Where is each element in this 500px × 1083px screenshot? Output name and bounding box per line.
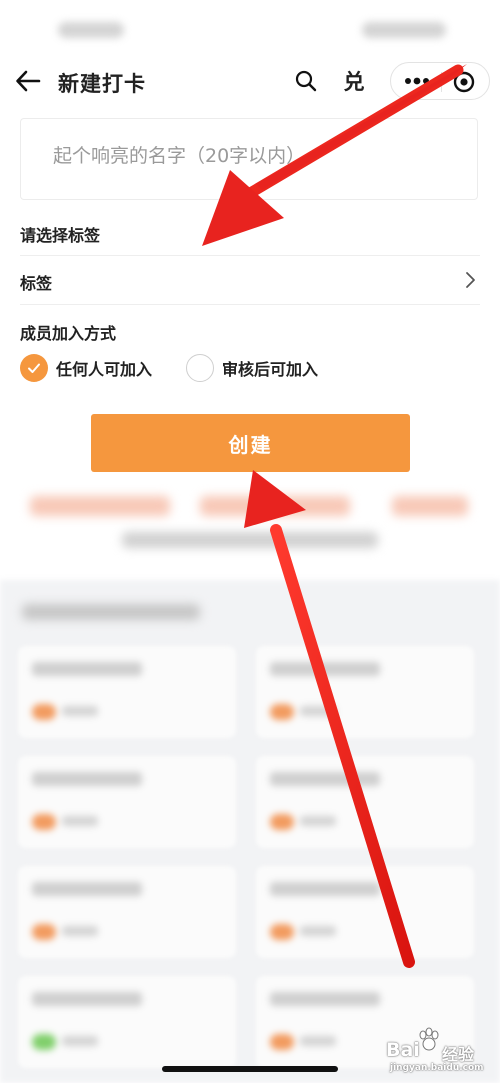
- redeem-button[interactable]: 兑: [338, 65, 370, 97]
- name-input-card: [20, 118, 478, 200]
- blurred-card: [18, 976, 236, 1068]
- join-option-anyone-label: 任何人可加入: [56, 360, 153, 379]
- search-icon: [295, 70, 317, 92]
- blurred-card: [18, 646, 236, 738]
- blurred-panel-heading: [22, 604, 200, 620]
- watermark-brand: Bai: [386, 1039, 420, 1061]
- tag-section-label: 请选择标签: [20, 226, 101, 245]
- blurred-tag-3: [392, 496, 468, 516]
- blurred-tag-1: [30, 496, 170, 516]
- chevron-right-icon: [466, 272, 475, 288]
- target-circle-icon: [453, 71, 475, 93]
- blurred-card: [256, 756, 474, 848]
- radio-checked: [20, 354, 48, 382]
- blurred-tag-2: [200, 496, 350, 516]
- tag-row-label: 标签: [20, 274, 53, 293]
- join-method-label: 成员加入方式: [20, 324, 117, 343]
- join-option-review[interactable]: 审核后可加入: [186, 352, 318, 384]
- capsule-divider: [441, 72, 442, 92]
- page-title: 新建打卡: [58, 72, 146, 96]
- radio-unchecked: [186, 354, 214, 382]
- create-button[interactable]: 创建: [91, 414, 410, 472]
- blurred-content-area: [0, 480, 500, 1083]
- check-icon: [28, 363, 40, 373]
- navigation-bar: 新建打卡 兑: [0, 56, 500, 106]
- tag-selector-row[interactable]: 标签: [20, 255, 480, 305]
- watermark-url: jingyan.baidu.com: [390, 1063, 484, 1073]
- blurred-card: [18, 866, 236, 958]
- close-mini-program-button[interactable]: [453, 71, 475, 93]
- checkin-name-input[interactable]: [53, 145, 453, 167]
- join-method-radio-group: 任何人可加入 审核后可加入: [20, 352, 480, 384]
- status-icons-blurred: [362, 22, 446, 38]
- join-option-anyone[interactable]: 任何人可加入: [20, 352, 152, 384]
- home-indicator: [162, 1066, 338, 1072]
- join-option-review-label: 审核后可加入: [222, 360, 319, 379]
- search-button[interactable]: [290, 65, 322, 97]
- status-time-blurred: [58, 22, 124, 38]
- blurred-card: [256, 646, 474, 738]
- more-button[interactable]: [401, 71, 433, 91]
- watermark-brand-cn: 经验: [442, 1045, 475, 1064]
- arrow-left-icon: [16, 70, 41, 92]
- baidu-jingyan-watermark: Bai 经验 jingyan.baidu.com: [386, 1025, 496, 1077]
- blurred-card: [256, 866, 474, 958]
- more-dots-icon: [405, 77, 429, 85]
- status-bar: [0, 0, 500, 56]
- mini-program-capsule: [390, 62, 490, 100]
- back-button[interactable]: [12, 65, 44, 97]
- blurred-hint-line: [122, 532, 378, 548]
- blurred-card: [18, 756, 236, 848]
